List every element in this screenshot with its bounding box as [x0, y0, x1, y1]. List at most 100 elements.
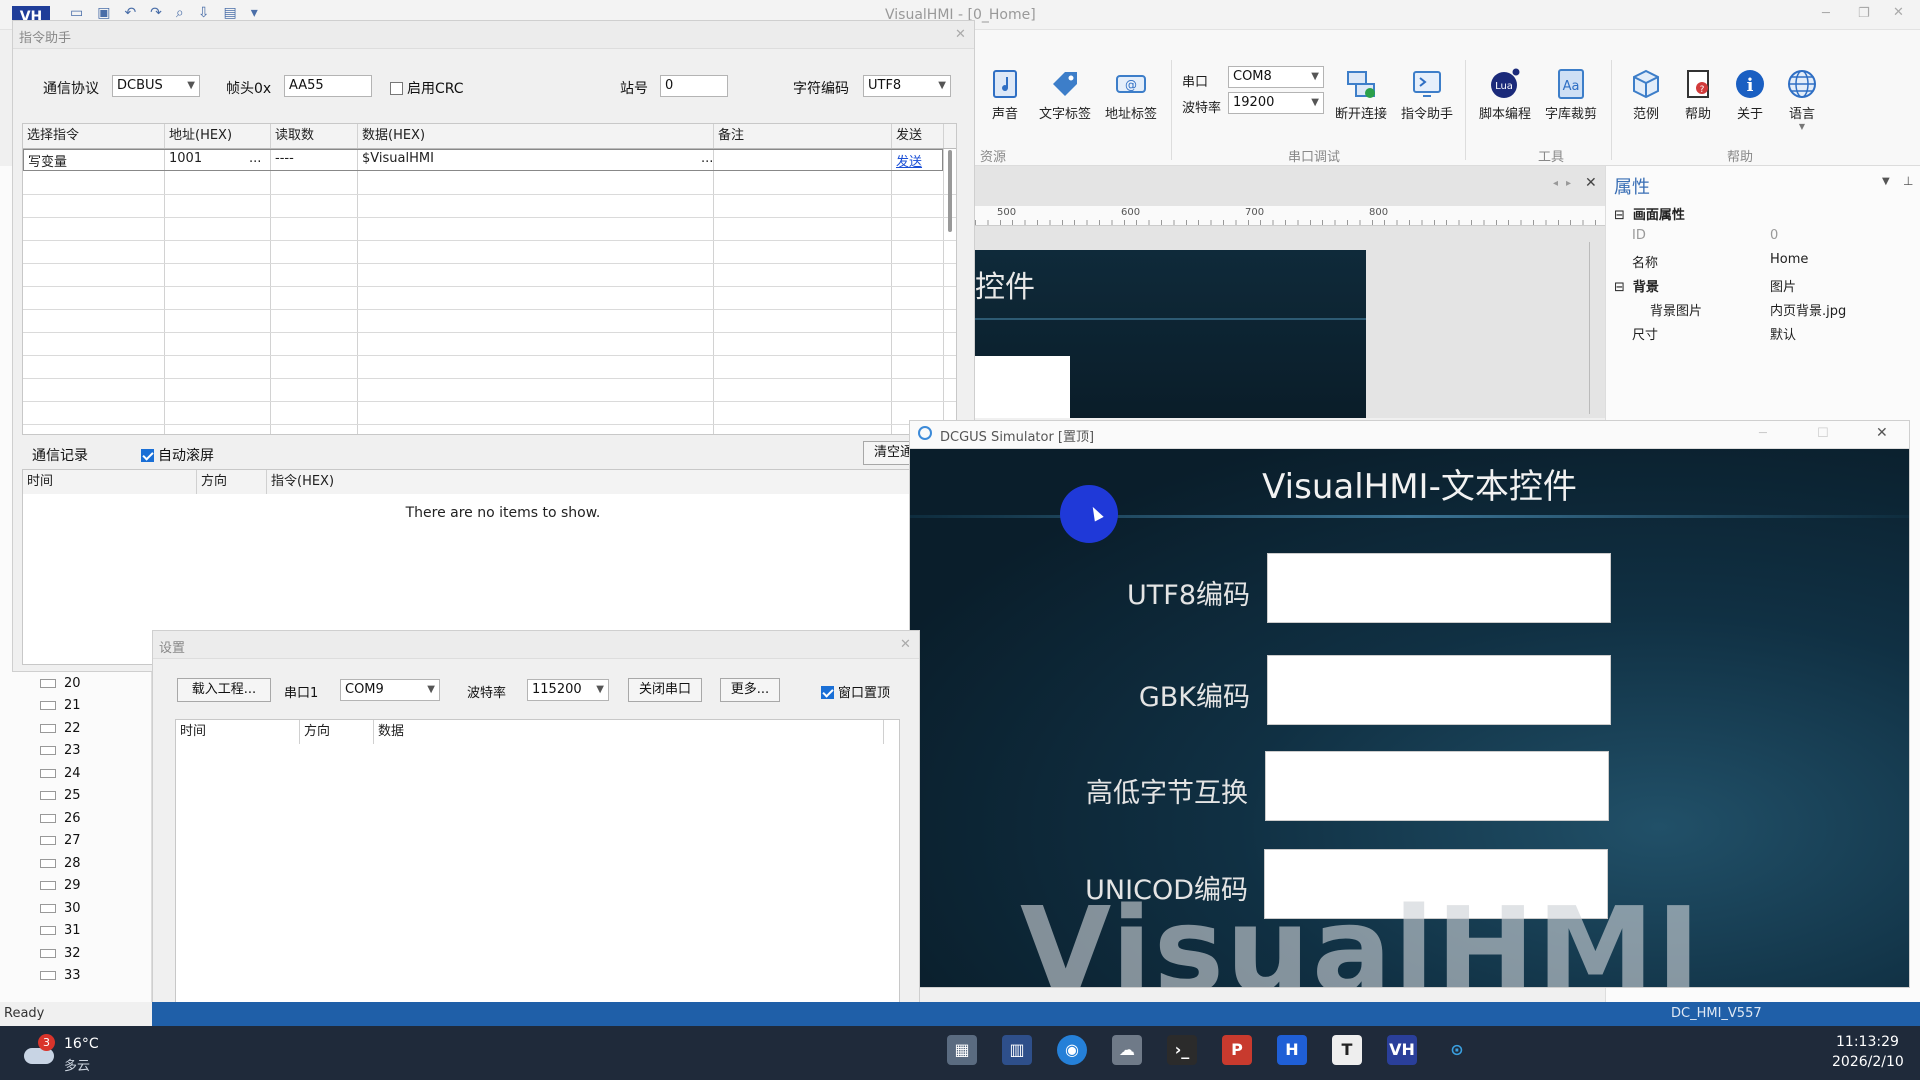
- tree-item[interactable]: 24: [40, 766, 81, 781]
- window-minimize-button[interactable]: ─: [1822, 6, 1830, 21]
- table-row[interactable]: 写变量 1001 ... ---- $VisualHMI ... 发送: [23, 149, 943, 171]
- tree-item[interactable]: 21: [40, 698, 81, 713]
- topmost-checkbox[interactable]: 窗口置顶: [821, 682, 890, 701]
- ribbon-text-label-button[interactable]: 文字标签: [1033, 68, 1097, 122]
- pdf-icon[interactable]: P: [1222, 1035, 1252, 1065]
- canvas-preview-box[interactable]: [975, 356, 1070, 418]
- tree-item[interactable]: 28: [40, 856, 81, 871]
- serial-baud-select[interactable]: 19200 ▼: [1228, 92, 1324, 114]
- grid-header-count[interactable]: 读取数: [271, 124, 358, 148]
- sound-icon: [993, 70, 1017, 98]
- encoding-label: 字符编码: [793, 81, 849, 97]
- simulator-screen[interactable]: VisualHMI-文本控件 UTF8编码 GBK编码 高低字节互换 UNICO…: [910, 449, 1909, 987]
- serial-port-select[interactable]: COM8 ▼: [1228, 66, 1324, 88]
- cell-addr-ellipsis[interactable]: ...: [249, 151, 261, 166]
- gbk-text-box[interactable]: [1267, 655, 1611, 725]
- settings-header-direction[interactable]: 方向: [300, 720, 374, 744]
- crc-checkbox[interactable]: 启用CRC: [390, 78, 464, 98]
- property-value[interactable]: 内页背景.jpg: [1770, 300, 1846, 319]
- settings-port-select[interactable]: COM9 ▼: [340, 679, 440, 701]
- grid-header-note[interactable]: 备注: [714, 124, 892, 148]
- autoscroll-checkbox[interactable]: 自动滚屏: [141, 445, 214, 465]
- cell-addr[interactable]: 1001: [169, 151, 202, 166]
- ribbon-disconnect-button[interactable]: 断开连接: [1329, 68, 1393, 122]
- ribbon-script-button[interactable]: Lua 脚本编程: [1473, 68, 1537, 122]
- ribbon-font-crop-button[interactable]: Aa 字库裁剪: [1539, 68, 1603, 122]
- properties-section-background[interactable]: ⊟ 背景: [1614, 276, 1659, 295]
- visualhmi-app-icon[interactable]: VH: [1387, 1035, 1417, 1065]
- tree-item[interactable]: 31: [40, 923, 81, 938]
- tree-item[interactable]: 23: [40, 743, 81, 758]
- grid-header-data[interactable]: 数据(HEX): [358, 124, 714, 148]
- simulator-close-button[interactable]: ✕: [1876, 425, 1888, 441]
- grid-header-cmd[interactable]: 选择指令: [23, 124, 165, 148]
- grid-header-send[interactable]: 发送: [892, 124, 956, 148]
- weather-widget[interactable]: 3 16°C 多云: [20, 1034, 130, 1074]
- properties-menu-icon[interactable]: ▼: [1882, 176, 1890, 187]
- t-app-icon[interactable]: T: [1332, 1035, 1362, 1065]
- protocol-select[interactable]: DCBUS ▼: [112, 75, 200, 97]
- property-value[interactable]: 默认: [1770, 324, 1796, 343]
- ribbon-examples-button[interactable]: 范例: [1621, 68, 1671, 122]
- h-app-icon[interactable]: H: [1277, 1035, 1307, 1065]
- settings-header-data[interactable]: 数据: [374, 720, 884, 744]
- station-input[interactable]: 0: [660, 75, 728, 97]
- close-icon[interactable]: ✕: [955, 27, 966, 42]
- utf8-text-box[interactable]: [1267, 553, 1611, 623]
- tree-item[interactable]: 30: [40, 901, 81, 916]
- simulator-maximize-button[interactable]: ☐: [1817, 426, 1829, 441]
- cell-data-ellipsis[interactable]: ...: [701, 151, 713, 166]
- ribbon-cmd-helper-button[interactable]: 指令助手: [1395, 68, 1459, 122]
- canvas-vscrollbar[interactable]: [1589, 242, 1599, 414]
- property-value[interactable]: 图片: [1770, 276, 1796, 295]
- tree-item[interactable]: 22: [40, 721, 81, 736]
- clock-date[interactable]: 2026/2/10: [1832, 1054, 1904, 1070]
- property-value[interactable]: Home: [1770, 252, 1808, 267]
- tree-item[interactable]: 20: [40, 676, 81, 691]
- tree-item[interactable]: 33: [40, 968, 81, 983]
- close-port-button[interactable]: 关闭串口: [628, 678, 702, 702]
- terminal-app-icon[interactable]: ›_: [1167, 1035, 1197, 1065]
- library-icon[interactable]: ▥: [1002, 1035, 1032, 1065]
- ribbon-address-label-button[interactable]: @ 地址标签: [1099, 68, 1163, 122]
- tree-item[interactable]: 32: [40, 946, 81, 961]
- log-header-direction[interactable]: 方向: [197, 470, 267, 494]
- ribbon-about-button[interactable]: i 关于: [1725, 68, 1775, 122]
- tree-item[interactable]: 27: [40, 833, 81, 848]
- log-header-command[interactable]: 指令(HEX): [267, 470, 923, 494]
- send-link[interactable]: 发送: [896, 151, 922, 170]
- tree-item[interactable]: 25: [40, 788, 81, 803]
- mouse-app-icon[interactable]: ⊙: [1442, 1035, 1472, 1065]
- encoding-select[interactable]: UTF8 ▼: [863, 75, 951, 97]
- pin-icon[interactable]: ⊥: [1903, 174, 1913, 188]
- browser-icon[interactable]: ◉: [1057, 1035, 1087, 1065]
- clock-time[interactable]: 11:13:29: [1836, 1034, 1899, 1050]
- more-settings-button[interactable]: 更多...: [720, 678, 780, 702]
- settings-header-time[interactable]: 时间: [176, 720, 300, 744]
- tree-item[interactable]: 29: [40, 878, 81, 893]
- cell-cmd[interactable]: 写变量: [28, 151, 67, 170]
- settings-baud-select[interactable]: 115200 ▼: [527, 679, 609, 701]
- ribbon-help-button[interactable]: ? 帮助: [1673, 68, 1723, 122]
- load-project-button[interactable]: 载入工程...: [177, 678, 271, 702]
- ribbon-language-button[interactable]: 语言 ▼: [1777, 68, 1827, 131]
- tree-item[interactable]: 26: [40, 811, 81, 826]
- ribbon-sound-button[interactable]: 声音: [985, 68, 1025, 122]
- cloud-app-icon[interactable]: ☁: [1112, 1035, 1142, 1065]
- simulator-minimize-button[interactable]: ─: [1759, 426, 1767, 441]
- simulator-titlebar: DCGUS Simulator [置顶] ─ ☐ ✕: [910, 421, 1909, 449]
- doc-close-icon[interactable]: ✕: [1585, 175, 1597, 191]
- byte-swap-text-box[interactable]: [1265, 751, 1609, 821]
- canvas-preview[interactable]: 控件: [975, 250, 1366, 418]
- calculator-icon[interactable]: ▦: [947, 1035, 977, 1065]
- log-header-time[interactable]: 时间: [23, 470, 197, 494]
- cell-count[interactable]: ----: [275, 151, 294, 166]
- frame-header-input[interactable]: AA55: [284, 75, 372, 97]
- window-restore-button[interactable]: ❐: [1858, 6, 1870, 21]
- close-icon[interactable]: ✕: [900, 637, 911, 652]
- grid-header-addr[interactable]: 地址(HEX): [165, 124, 271, 148]
- window-close-button[interactable]: ✕: [1893, 5, 1904, 20]
- properties-section-screen[interactable]: ⊟ 画面属性: [1614, 204, 1685, 223]
- grid-scrollbar-thumb[interactable]: [948, 150, 952, 232]
- cell-data[interactable]: $VisualHMI: [362, 151, 434, 166]
